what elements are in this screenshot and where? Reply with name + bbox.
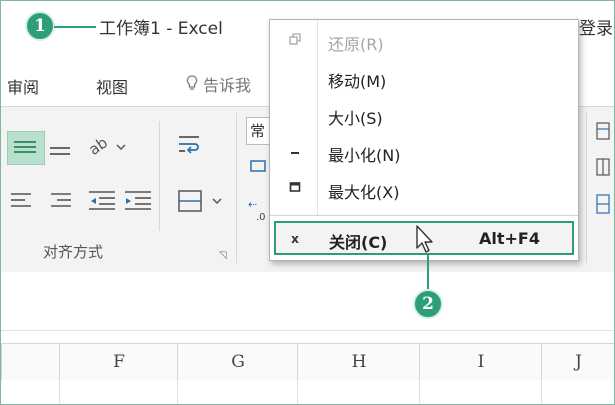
- format-as-table-icon[interactable]: [595, 157, 615, 177]
- menu-item-label: 移动(M): [328, 72, 387, 91]
- menu-item-label: 最大化(X): [328, 183, 400, 202]
- mouse-cursor-icon: [416, 225, 433, 253]
- menu-item-move[interactable]: 移动(M): [270, 60, 578, 96]
- accounting-format-icon[interactable]: [249, 157, 269, 177]
- column-header-f[interactable]: F: [59, 344, 178, 380]
- increase-indent-icon[interactable]: [123, 189, 153, 211]
- callout-marker-2: 2: [413, 289, 443, 319]
- decrease-indent-icon[interactable]: [87, 189, 117, 211]
- login-link[interactable]: 登录: [579, 14, 613, 39]
- shortcut-label: Alt+F4: [479, 229, 540, 248]
- align-middle-icon: [14, 141, 36, 153]
- decimal-label: .0: [256, 212, 266, 223]
- menu-item-minimize[interactable]: 最小化(N): [270, 134, 578, 170]
- grid-line: [177, 380, 178, 404]
- menu-item-label: 关闭(C): [329, 233, 388, 252]
- column-header-j[interactable]: J: [541, 344, 614, 380]
- column-header-g[interactable]: G: [177, 344, 298, 380]
- column-headers: F G H I J: [1, 343, 614, 381]
- decrease-decimal-icon[interactable]: ⇠: [248, 199, 257, 210]
- ribbon-separator: [159, 121, 160, 231]
- wrap-text-icon[interactable]: [177, 133, 203, 157]
- column-header-blank[interactable]: [1, 344, 60, 380]
- svg-text:ab: ab: [87, 133, 111, 158]
- window-title: 工作簿1 - Excel: [99, 19, 223, 39]
- text-orientation-icon[interactable]: ab: [87, 133, 127, 159]
- menu-item-restore[interactable]: 还原(R): [270, 23, 578, 59]
- menu-item-label: 还原(R): [328, 35, 384, 54]
- tab-review[interactable]: 审阅: [7, 74, 39, 98]
- grid-line: [59, 380, 60, 404]
- align-bottom-icon[interactable]: [48, 141, 72, 157]
- column-header-i[interactable]: I: [419, 344, 542, 380]
- menu-item-label: 大小(S): [328, 109, 383, 128]
- grid-line: [297, 380, 298, 404]
- callout-leader-line-1: [54, 26, 96, 28]
- grid-line: [419, 380, 420, 404]
- screenshot-frame: 1 工作簿1 - Excel 登录 审阅 视图 告诉我 ab 对齐方式 ◹ 常 …: [0, 0, 615, 405]
- callout-marker-1: 1: [25, 11, 55, 41]
- minimize-icon: [287, 144, 303, 160]
- menu-item-label: 最小化(N): [328, 146, 401, 165]
- menu-item-maximize[interactable]: 最大化(X): [270, 171, 578, 207]
- align-right-icon[interactable]: [49, 191, 75, 209]
- dialog-launcher-icon[interactable]: ◹: [219, 250, 227, 261]
- tab-view[interactable]: 视图: [96, 74, 128, 98]
- cell-styles-icon[interactable]: [595, 193, 615, 215]
- grid-row: [1, 380, 614, 404]
- column-header-h[interactable]: H: [297, 344, 420, 380]
- alignment-group-label: 对齐方式: [43, 243, 104, 261]
- formula-bar[interactable]: [1, 272, 614, 331]
- ribbon-separator: [586, 113, 587, 263]
- conditional-format-icon[interactable]: [595, 121, 615, 141]
- menu-divider: [270, 215, 578, 216]
- menu-item-size[interactable]: 大小(S): [270, 97, 578, 133]
- tell-me-label: 告诉我: [203, 76, 252, 95]
- callout-leader-line-2: [427, 253, 429, 290]
- align-left-icon[interactable]: [9, 191, 35, 209]
- close-icon: x: [291, 232, 299, 246]
- merge-center-icon[interactable]: [177, 189, 223, 213]
- grid-line: [541, 380, 542, 404]
- tell-me-search[interactable]: 告诉我: [186, 72, 251, 96]
- ribbon-separator: [236, 113, 237, 263]
- lightbulb-icon: [186, 75, 198, 95]
- restore-icon: [287, 33, 303, 49]
- maximize-icon: [287, 181, 303, 197]
